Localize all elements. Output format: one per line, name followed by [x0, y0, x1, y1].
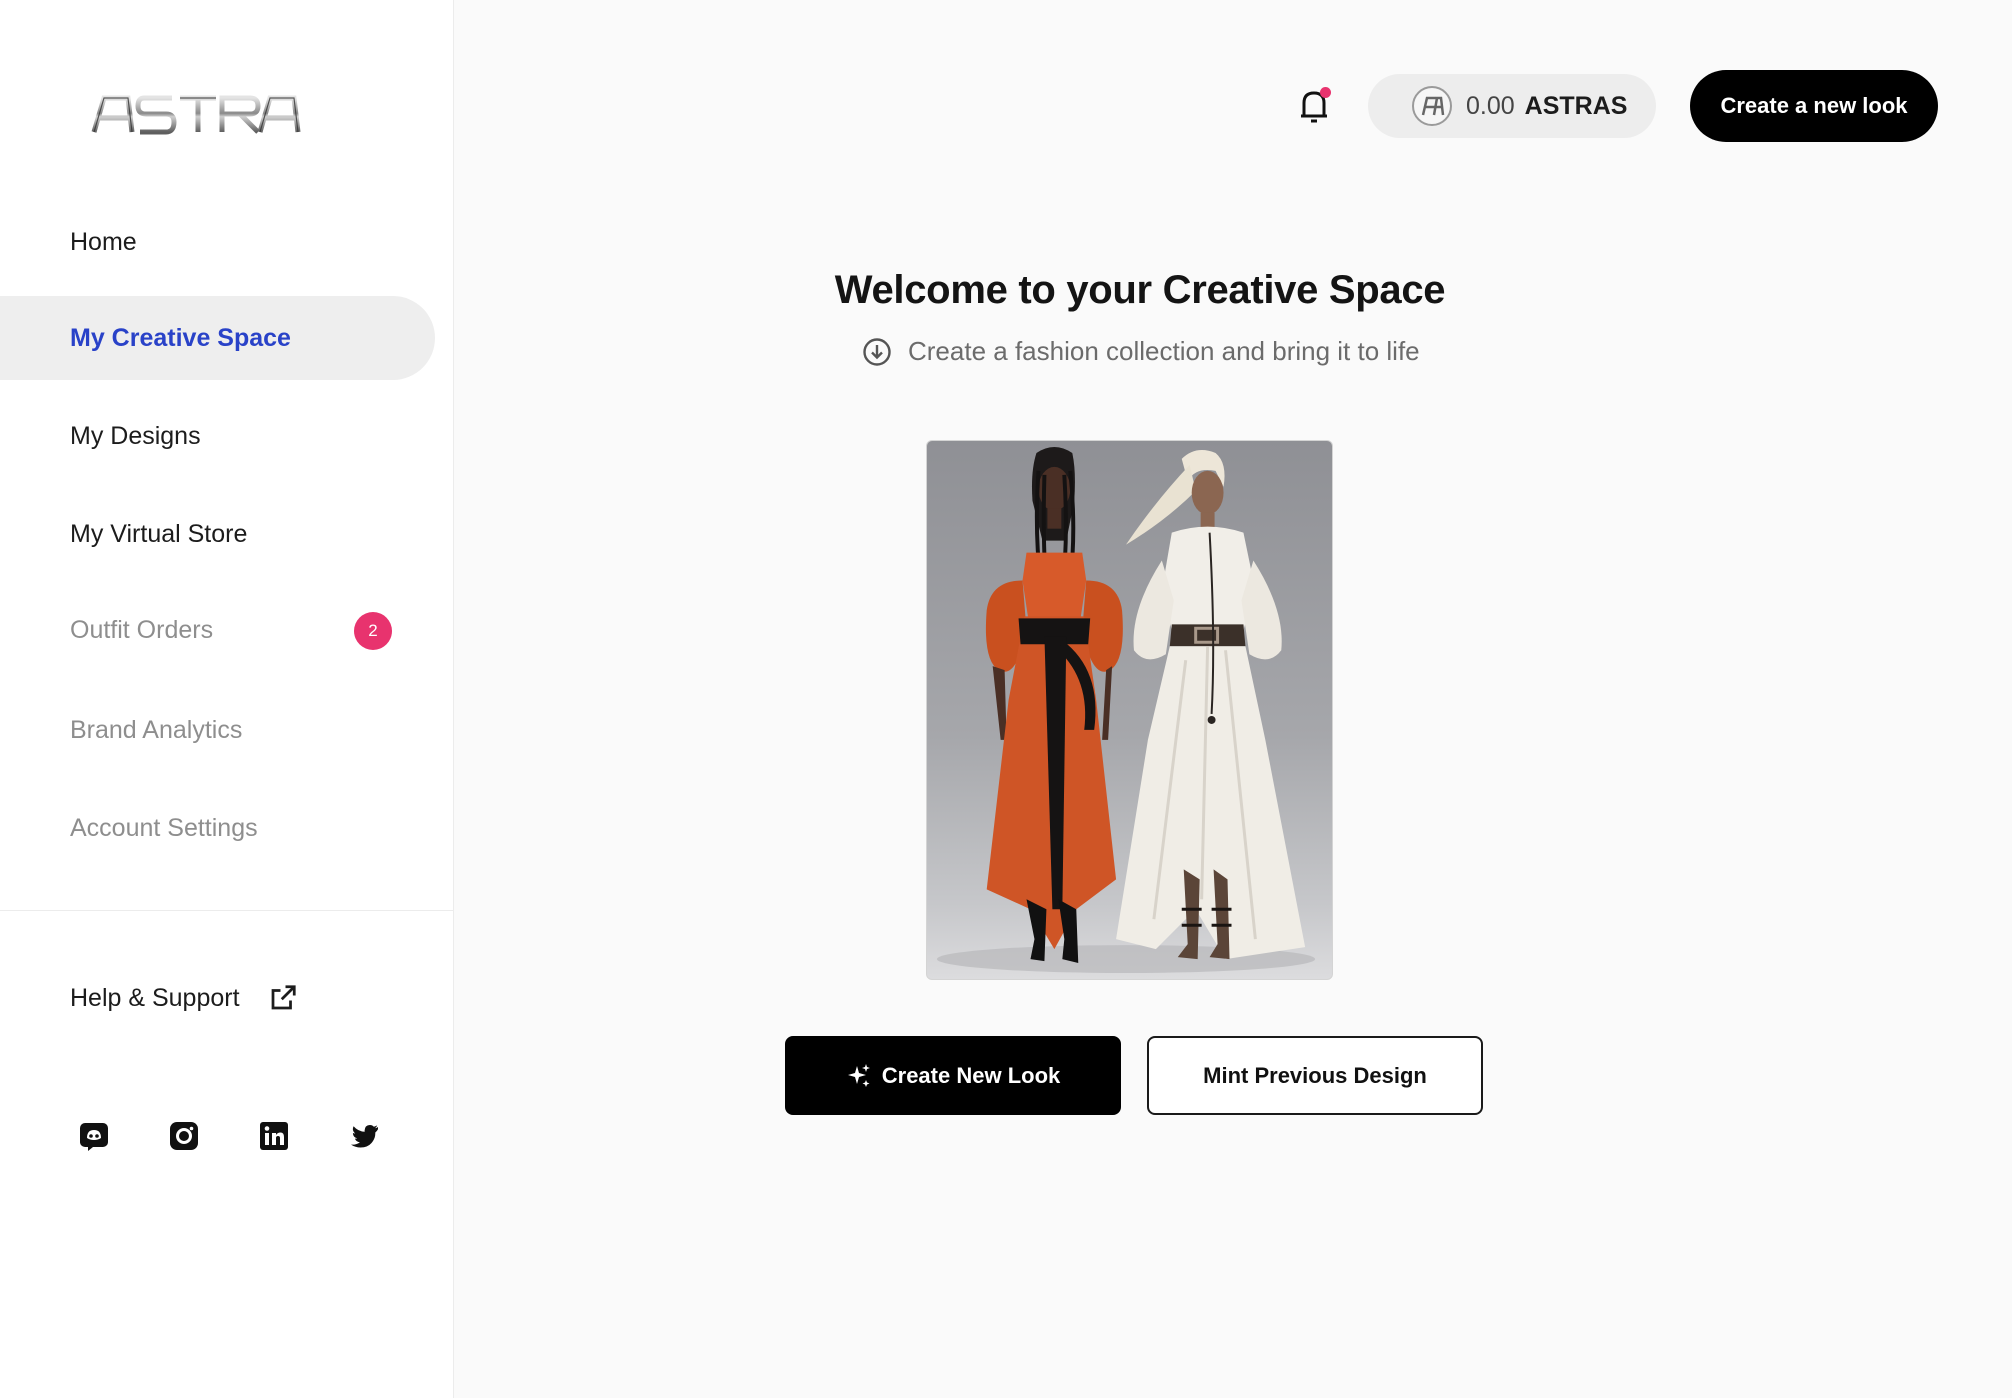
download-circle-icon: [863, 337, 891, 366]
nav-item-label: My Virtual Store: [70, 519, 248, 548]
balance-unit: ASTRAS: [1524, 91, 1628, 120]
discord-icon[interactable]: [78, 1120, 110, 1152]
mint-previous-design-label: Mint Previous Design: [1203, 1062, 1427, 1088]
create-new-look-label: Create New Look: [881, 1062, 1061, 1088]
astra-logo[interactable]: [90, 92, 302, 138]
nav-item-label: My Creative Space: [70, 323, 291, 352]
notification-dot: [1320, 87, 1331, 98]
nav-item-home[interactable]: Home: [0, 200, 435, 284]
right-model: [1116, 450, 1306, 960]
left-model: [985, 446, 1123, 964]
nav-item-account-settings[interactable]: Account Settings: [0, 786, 435, 870]
balance-amount: 0.00: [1466, 91, 1515, 120]
nav-item-label: My Designs: [70, 421, 201, 450]
nav-item-my-virtual-store[interactable]: My Virtual Store: [0, 492, 435, 576]
nav-item-label: Brand Analytics: [70, 715, 243, 744]
fashion-hero-image: [926, 440, 1333, 980]
astra-logo-mark: [91, 95, 301, 135]
nav-item-my-designs[interactable]: My Designs: [0, 394, 435, 478]
notification-button[interactable]: [1296, 86, 1332, 126]
astra-coin-icon: [1412, 86, 1452, 126]
sidebar-divider: [0, 910, 454, 911]
page-title: Welcome to your Creative Space: [834, 268, 1446, 312]
page-subtitle-text: Create a fashion collection and bring it…: [908, 336, 1420, 366]
social-links: [78, 1120, 380, 1152]
help-support-label: Help & Support: [70, 983, 240, 1012]
mint-previous-design-button[interactable]: Mint Previous Design: [1147, 1036, 1483, 1115]
nav-item-brand-analytics[interactable]: Brand Analytics: [0, 688, 435, 772]
nav-item-label: Outfit Orders: [70, 615, 214, 644]
help-support-link[interactable]: Help & Support: [70, 976, 298, 1020]
linkedin-icon[interactable]: [258, 1120, 290, 1152]
create-new-look-button[interactable]: Create New Look: [785, 1036, 1121, 1115]
nav-item-my-creative-space[interactable]: My Creative Space: [0, 296, 435, 380]
token-balance: 0.00 ASTRAS: [1368, 74, 1656, 138]
nav-item-label: Home: [70, 227, 137, 256]
twitter-icon[interactable]: [348, 1120, 380, 1152]
sidebar: Home My Creative Space My Designs My Vir…: [0, 0, 454, 1398]
instagram-icon[interactable]: [168, 1120, 200, 1152]
external-link-icon: [271, 985, 296, 1010]
nav-item-outfit-orders[interactable]: Outfit Orders 2: [0, 588, 435, 672]
create-new-look-header-button[interactable]: Create a new look: [1690, 70, 1938, 142]
sparkle-icon: [847, 1063, 870, 1087]
orders-count-badge: 2: [354, 612, 392, 650]
page-subtitle: Create a fashion collection and bring it…: [862, 336, 1420, 367]
nav-item-label: Account Settings: [70, 813, 258, 842]
